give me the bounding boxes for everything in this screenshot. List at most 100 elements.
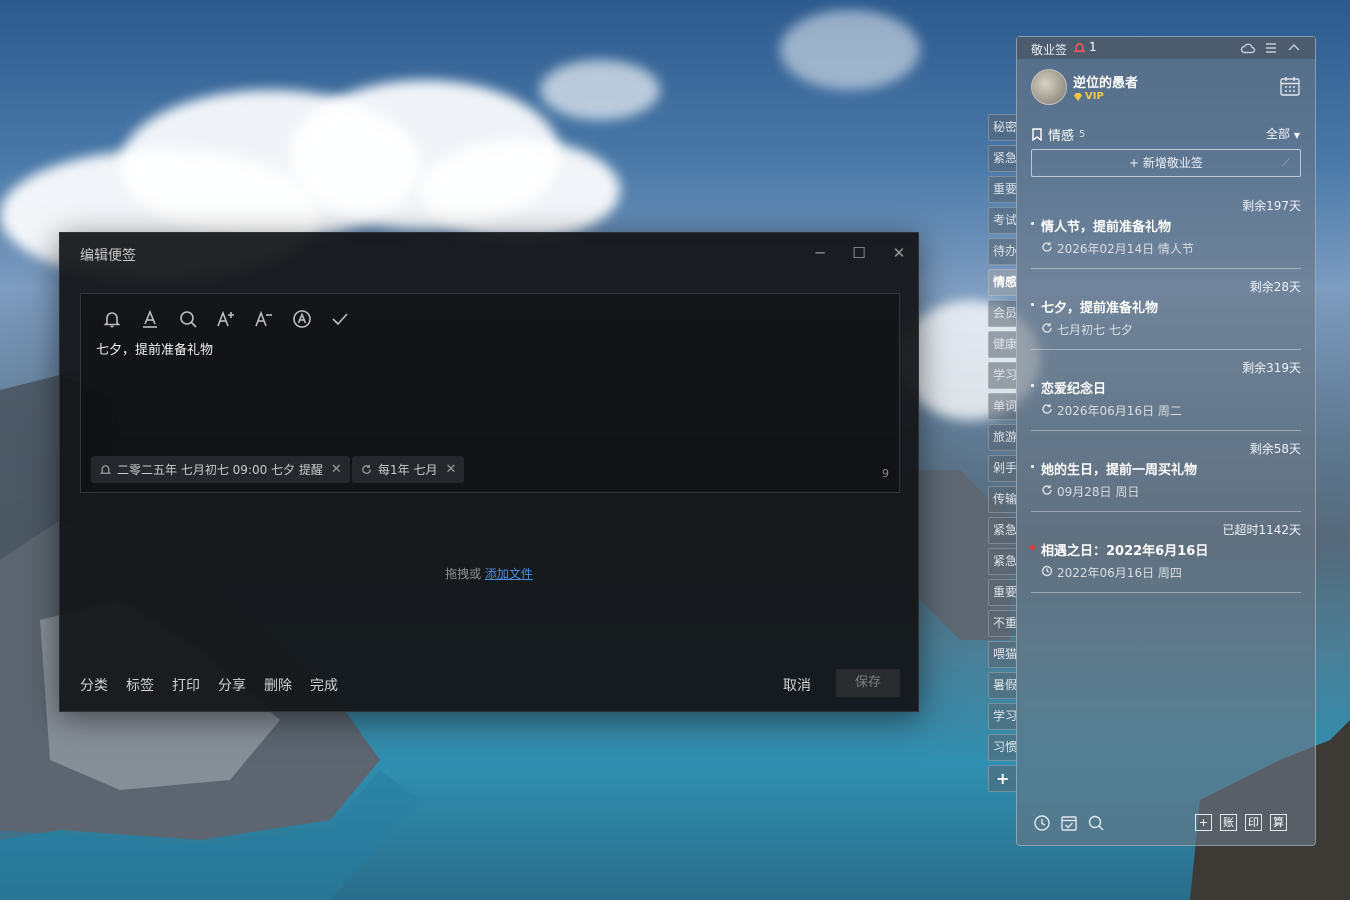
category-tab[interactable]: 剁手 <box>988 455 1016 482</box>
format-toolbar <box>99 306 353 332</box>
note-content[interactable]: 七夕，提前准备礼物 <box>96 339 213 358</box>
vip-badge: VIP <box>1073 91 1104 102</box>
repeat-chip[interactable]: 每1年 七月 ✕ <box>352 456 465 483</box>
note-title: 相遇之日：2022年6月16日 <box>1041 544 1209 559</box>
category-tab[interactable]: 单词 <box>988 393 1016 420</box>
filter-dropdown[interactable]: 全部 ▼ <box>1266 125 1300 142</box>
repeat-chip-label: 每1年 七月 <box>378 463 438 477</box>
pin-icon[interactable]: ⟋ <box>1282 150 1290 176</box>
bell-icon <box>1073 42 1086 52</box>
checklist-icon[interactable] <box>1060 814 1078 832</box>
cancel-button[interactable]: 取消 <box>783 675 811 695</box>
category-tab[interactable]: 紧急 <box>988 548 1016 575</box>
add-box-button[interactable]: + <box>1195 814 1212 831</box>
note-list-item[interactable]: 剩余28天 七夕，提前准备礼物 七月初七 七夕 <box>1031 278 1301 350</box>
search-icon[interactable] <box>1087 814 1105 832</box>
bell-icon[interactable] <box>99 306 125 332</box>
notification-badge[interactable]: 1 <box>1073 40 1097 54</box>
clock-icon[interactable] <box>1033 814 1051 832</box>
maximize-button[interactable]: ☐ <box>849 243 869 263</box>
category-tab[interactable]: 学习 <box>988 362 1016 389</box>
category-tab[interactable]: 考试 <box>988 207 1016 234</box>
category-header[interactable]: 情感 5 <box>1031 125 1085 144</box>
category-button[interactable]: 分类 <box>80 675 108 695</box>
note-list-item[interactable]: 剩余58天她的生日，提前一周买礼物 09月28日 周日 <box>1031 440 1301 512</box>
panel-header: 敬业签 1 <box>1017 37 1315 59</box>
remove-repeat-icon[interactable]: ✕ <box>445 462 456 477</box>
note-date: 2026年06月16日 周二 <box>1041 402 1182 419</box>
remaining-days: 剩余58天 <box>1249 442 1301 456</box>
bullet-dot <box>1031 465 1034 468</box>
auto-format-icon[interactable] <box>289 306 315 332</box>
category-tab[interactable]: 传输 <box>988 486 1016 513</box>
category-tab[interactable]: 紧急 <box>988 145 1016 172</box>
font-decrease-icon[interactable] <box>251 306 277 332</box>
calendar-icon[interactable] <box>1279 75 1301 97</box>
bullet-dot <box>1031 303 1034 306</box>
account-button[interactable]: 账 <box>1220 814 1237 831</box>
bullet-dot <box>1031 384 1034 387</box>
note-list-item[interactable]: 已超时1142天 相遇之日：2022年6月16日 2022年06月16日 周四 <box>1030 521 1301 593</box>
search-icon[interactable] <box>175 306 201 332</box>
repeat-icon <box>1041 484 1053 499</box>
add-file-link[interactable]: 添加文件 <box>485 567 533 581</box>
close-button[interactable]: ✕ <box>889 243 909 263</box>
print-button[interactable]: 打印 <box>172 675 200 695</box>
note-date-label: 七月初七 七夕 <box>1057 323 1133 337</box>
reminder-chip[interactable]: 二零二五年 七月初七 09:00 七夕 提醒 ✕ <box>91 456 350 483</box>
attachment-drop-zone[interactable]: 拖拽或 添加文件 <box>60 565 918 582</box>
notification-count: 1 <box>1089 40 1097 54</box>
reminder-chip-label: 二零二五年 七月初七 09:00 七夕 提醒 <box>117 463 323 477</box>
category-tab[interactable]: 不重 <box>988 610 1016 637</box>
note-list-item[interactable]: 剩余197天 情人节，提前准备礼物 2026年02月14日 情人节 <box>1031 197 1301 269</box>
category-tab[interactable]: 习惯 <box>988 734 1016 761</box>
minimize-button[interactable]: ─ <box>810 243 830 263</box>
note-title: 七夕，提前准备礼物 <box>1041 301 1159 316</box>
remaining-days: 剩余319天 <box>1242 361 1301 375</box>
add-category-button[interactable]: + <box>988 765 1016 792</box>
delete-button[interactable]: 删除 <box>264 675 292 695</box>
print-box-button[interactable]: 印 <box>1245 814 1262 831</box>
category-tab[interactable]: 暑假 <box>988 672 1016 699</box>
category-tab[interactable]: 待办 <box>988 238 1016 265</box>
font-increase-icon[interactable] <box>213 306 239 332</box>
username[interactable]: 逆位的愚者 <box>1073 72 1138 91</box>
avatar[interactable] <box>1031 69 1067 105</box>
category-tab[interactable]: 重要 <box>988 579 1016 606</box>
note-date-label: 09月28日 周日 <box>1057 485 1140 499</box>
overdue-dot <box>1030 545 1035 550</box>
save-button[interactable]: 保存 <box>836 669 900 697</box>
category-tab[interactable]: 会员 <box>988 300 1016 327</box>
new-note-button[interactable]: + 新增敬业签 ⟋ <box>1031 149 1301 177</box>
note-editor-area[interactable]: 七夕，提前准备礼物 二零二五年 七月初七 09:00 七夕 提醒 ✕ 每1年 七… <box>80 293 900 493</box>
tag-button[interactable]: 标签 <box>126 675 154 695</box>
new-note-label: 新增敬业签 <box>1142 156 1203 170</box>
collapse-icon[interactable] <box>1286 40 1302 56</box>
action-bar: 分类 标签 打印 分享 删除 完成 <box>80 675 338 695</box>
category-tab[interactable]: 紧急 <box>988 517 1016 544</box>
check-icon[interactable] <box>327 306 353 332</box>
category-tab[interactable]: 健康 <box>988 331 1016 358</box>
calculator-button[interactable]: 算 <box>1270 814 1287 831</box>
complete-button[interactable]: 完成 <box>310 675 338 695</box>
note-date: 09月28日 周日 <box>1041 483 1139 500</box>
font-color-icon[interactable] <box>137 306 163 332</box>
repeat-icon <box>1041 241 1053 256</box>
note-title: 她的生日，提前一周买礼物 <box>1041 463 1198 478</box>
share-button[interactable]: 分享 <box>218 675 246 695</box>
bullet-dot <box>1031 222 1034 225</box>
chevron-down-icon: ▼ <box>1293 131 1300 140</box>
category-tab[interactable]: 秘密 <box>988 114 1016 141</box>
cloud-sync-icon[interactable] <box>1240 40 1256 56</box>
vip-label: VIP <box>1085 91 1104 102</box>
note-list-item[interactable]: 剩余319天 恋爱纪念日 2026年06月16日 周二 <box>1031 359 1301 431</box>
category-tab[interactable]: 学习 <box>988 703 1016 730</box>
category-tab[interactable]: 旅游 <box>988 424 1016 451</box>
diamond-icon <box>1074 92 1082 101</box>
menu-icon[interactable] <box>1263 40 1279 56</box>
category-tab[interactable]: 重要 <box>988 176 1016 203</box>
note-date: 七月初七 七夕 <box>1041 321 1133 338</box>
category-tab[interactable]: 情感 <box>988 269 1016 296</box>
category-tab[interactable]: 喂猫 <box>988 641 1016 668</box>
remove-reminder-icon[interactable]: ✕ <box>331 462 342 477</box>
